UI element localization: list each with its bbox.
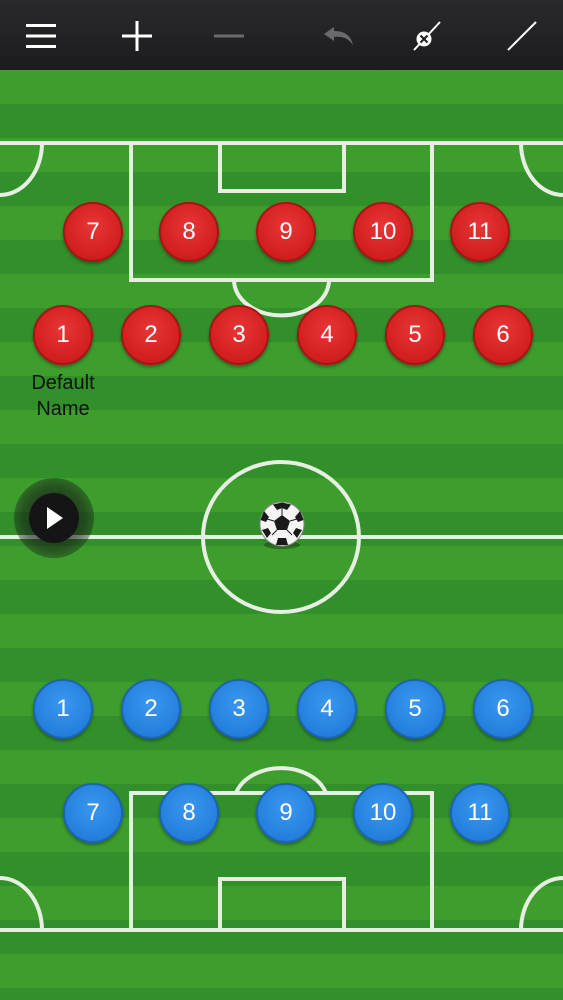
player-number: 5 <box>408 321 422 348</box>
player-number: 9 <box>279 799 293 826</box>
red-player-3[interactable]: 3 <box>209 305 269 365</box>
draw-line-button[interactable] <box>494 8 550 64</box>
red-player-5[interactable]: 5 <box>385 305 445 365</box>
erase-line-button[interactable] <box>398 8 454 64</box>
undo-button[interactable] <box>311 8 367 64</box>
player-number: 7 <box>86 799 100 826</box>
player-number: 8 <box>182 799 196 826</box>
play-icon <box>47 507 63 529</box>
player-number: 1 <box>56 321 70 348</box>
player-number: 2 <box>144 695 158 722</box>
blue-player-7[interactable]: 7 <box>63 783 123 843</box>
menu-button[interactable] <box>13 8 69 64</box>
blue-player-6[interactable]: 6 <box>473 679 533 739</box>
red-player-9[interactable]: 9 <box>256 202 316 262</box>
blue-player-4[interactable]: 4 <box>297 679 357 739</box>
red-player-1[interactable]: 1 <box>33 305 93 365</box>
draw-line-icon <box>507 21 537 51</box>
add-player-button[interactable] <box>109 8 165 64</box>
player-number: 4 <box>320 321 334 348</box>
toolbar <box>0 0 563 71</box>
plus-icon <box>122 21 152 51</box>
blue-player-5[interactable]: 5 <box>385 679 445 739</box>
player-number: 2 <box>144 321 158 348</box>
player-number: 1 <box>56 695 70 722</box>
red-player-7[interactable]: 7 <box>63 202 123 262</box>
player-number: 10 <box>369 799 397 826</box>
minus-icon <box>214 34 244 38</box>
red-player-6[interactable]: 6 <box>473 305 533 365</box>
soccer-pitch[interactable]: 7 8 9 10 11 1 2 3 4 5 6 Default Name 1 2… <box>0 70 563 1000</box>
player-number: 10 <box>369 218 397 245</box>
blue-player-9[interactable]: 9 <box>256 783 316 843</box>
player-number: 6 <box>496 321 510 348</box>
blue-player-8[interactable]: 8 <box>159 783 219 843</box>
blue-player-3[interactable]: 3 <box>209 679 269 739</box>
player-number: 6 <box>496 695 510 722</box>
player-name-line: Name <box>36 398 90 420</box>
player-name-label: Default Name <box>3 370 123 422</box>
blue-player-11[interactable]: 11 <box>450 783 510 843</box>
red-player-11[interactable]: 11 <box>450 202 510 262</box>
player-name-line: Default <box>31 372 95 394</box>
player-number: 3 <box>232 321 246 348</box>
undo-icon <box>324 27 353 45</box>
remove-player-button[interactable] <box>201 8 257 64</box>
red-player-10[interactable]: 10 <box>353 202 413 262</box>
tactics-board-app: 7 8 9 10 11 1 2 3 4 5 6 Default Name 1 2… <box>0 0 563 1000</box>
player-number: 11 <box>467 799 493 826</box>
player-number: 8 <box>182 218 196 245</box>
red-player-4[interactable]: 4 <box>297 305 357 365</box>
soccer-ball-icon[interactable] <box>257 500 307 550</box>
player-number: 9 <box>279 218 293 245</box>
blue-player-2[interactable]: 2 <box>121 679 181 739</box>
player-number: 11 <box>467 218 493 245</box>
player-number: 4 <box>320 695 334 722</box>
player-number: 5 <box>408 695 422 722</box>
play-button-inner <box>29 493 79 543</box>
blue-player-10[interactable]: 10 <box>353 783 413 843</box>
player-number: 7 <box>86 218 100 245</box>
player-number: 3 <box>232 695 246 722</box>
erase-line-icon <box>413 21 441 51</box>
menu-icon <box>26 24 56 48</box>
red-player-2[interactable]: 2 <box>121 305 181 365</box>
play-button[interactable] <box>14 478 94 558</box>
red-player-8[interactable]: 8 <box>159 202 219 262</box>
blue-player-1[interactable]: 1 <box>33 679 93 739</box>
